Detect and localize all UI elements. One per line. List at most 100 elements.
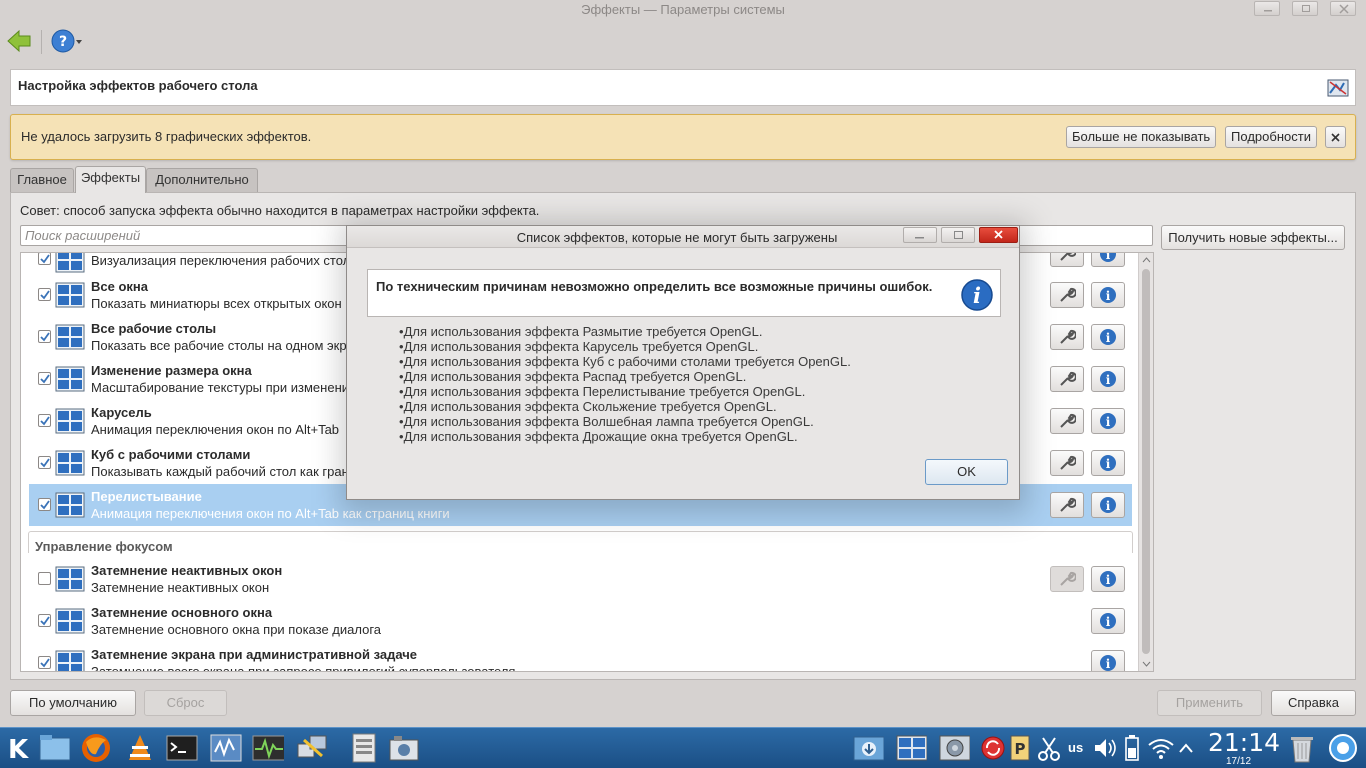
about-button[interactable]: i	[1091, 492, 1125, 518]
scroll-down-icon[interactable]	[1142, 660, 1151, 668]
module-header: Настройка эффектов рабочего стола	[10, 69, 1356, 106]
effect-description: Затемнение всего экрана при запросе прив…	[91, 664, 516, 672]
effect-checkbox[interactable]	[38, 372, 51, 385]
list-item[interactable]: Затемнение экрана при административной з…	[21, 642, 1132, 672]
back-button[interactable]	[6, 28, 32, 54]
window-effect-icon	[55, 253, 85, 273]
configure-button[interactable]	[1050, 408, 1084, 434]
effect-checkbox[interactable]	[38, 656, 51, 669]
effect-checkbox[interactable]	[38, 456, 51, 469]
reset-button[interactable]: Сброс	[144, 690, 227, 716]
clock-time[interactable]: 21:14	[1208, 728, 1280, 757]
category-title: Управление фокусом	[35, 539, 173, 554]
wrench-icon	[1060, 253, 1076, 261]
effect-checkbox[interactable]	[38, 572, 51, 585]
configure-button[interactable]	[1050, 366, 1084, 392]
list-scrollbar[interactable]	[1138, 253, 1153, 671]
system-settings-tray-icon[interactable]	[938, 732, 970, 764]
help-button[interactable]: Справка	[1271, 690, 1356, 716]
trash-icon[interactable]	[1286, 732, 1318, 764]
about-button[interactable]: i	[1091, 608, 1125, 634]
klipper-scissors-icon[interactable]	[1036, 732, 1068, 764]
wrench-icon	[1060, 287, 1076, 302]
details-button[interactable]: Подробности	[1225, 126, 1317, 148]
tray-expand-icon[interactable]	[1176, 732, 1208, 764]
effect-name: Затемнение неактивных окон	[91, 563, 283, 578]
effect-checkbox[interactable]	[38, 330, 51, 343]
configure-button-disabled[interactable]	[1050, 566, 1084, 592]
close-warning-button[interactable]	[1325, 126, 1346, 148]
kde-launcher-icon[interactable]: K	[4, 732, 36, 764]
tab-general[interactable]: Главное	[10, 168, 74, 192]
effect-description: Показать все рабочие столы на одном экра…	[91, 338, 369, 353]
maximize-button[interactable]	[1292, 1, 1318, 16]
window-effect-icon	[55, 650, 85, 671]
wrench-icon	[1060, 413, 1076, 428]
effect-name: Затемнение основного окна	[91, 605, 273, 620]
about-button[interactable]: i	[1091, 282, 1125, 308]
scrollbar-thumb[interactable]	[1142, 269, 1150, 654]
network-config-icon[interactable]	[296, 732, 328, 764]
list-item[interactable]: Затемнение неактивных окон Затемнение не…	[21, 558, 1132, 600]
configure-button[interactable]	[1050, 450, 1084, 476]
list-item[interactable]: Затемнение основного окна Затемнение осн…	[21, 600, 1132, 642]
system-monitor-icon[interactable]	[210, 732, 242, 764]
get-new-effects-button[interactable]: Получить новые эффекты...	[1161, 225, 1345, 250]
archive-icon[interactable]	[348, 732, 380, 764]
effect-checkbox[interactable]	[38, 498, 51, 511]
window-effect-icon	[55, 282, 85, 308]
about-button[interactable]: i	[1091, 566, 1125, 592]
about-button[interactable]: i	[1091, 253, 1125, 267]
dialog-close-button[interactable]	[979, 227, 1018, 243]
effect-name: Куб с рабочими столами	[91, 447, 251, 462]
hint-text: Совет: способ запуска эффекта обычно нах…	[20, 203, 540, 218]
effect-checkbox[interactable]	[38, 288, 51, 301]
tab-advanced[interactable]: Дополнительно	[146, 168, 258, 192]
activity-monitor-icon[interactable]	[252, 732, 284, 764]
screenshot-tool-icon[interactable]	[388, 732, 420, 764]
downloads-tray-icon[interactable]	[852, 732, 884, 764]
terminal-icon[interactable]	[166, 732, 198, 764]
about-button[interactable]: i	[1091, 324, 1125, 350]
about-button[interactable]: i	[1091, 366, 1125, 392]
effect-checkbox[interactable]	[38, 614, 51, 627]
error-item: Для использования эффекта Волшебная ламп…	[399, 414, 851, 429]
effect-checkbox[interactable]	[38, 253, 51, 265]
svg-text:i: i	[1106, 457, 1111, 471]
update-notifier-icon[interactable]	[978, 732, 1010, 764]
help-menu-button[interactable]: ?	[51, 28, 85, 54]
vlc-icon[interactable]	[124, 732, 156, 764]
effect-name: Перелистывание	[91, 489, 202, 504]
dont-show-again-button[interactable]: Больше не показывать	[1066, 126, 1216, 148]
firefox-icon[interactable]	[80, 732, 112, 764]
virtual-desktops-pager-icon[interactable]	[895, 732, 927, 764]
dialog-minimize-button[interactable]	[903, 227, 937, 243]
scroll-up-icon[interactable]	[1142, 256, 1151, 264]
apply-button[interactable]: Применить	[1157, 690, 1262, 716]
configure-button[interactable]	[1050, 324, 1084, 350]
effect-checkbox[interactable]	[38, 414, 51, 427]
tab-effects[interactable]: Эффекты	[75, 166, 146, 193]
error-dialog: Список эффектов, которые не могут быть з…	[346, 225, 1020, 500]
error-item: Для использования эффекта Скольжение тре…	[399, 399, 851, 414]
effect-name: Карусель	[91, 405, 152, 420]
defaults-button[interactable]: По умолчанию	[10, 690, 136, 716]
configure-button[interactable]	[1050, 253, 1084, 267]
wifi-icon[interactable]	[1146, 732, 1178, 764]
file-manager-icon[interactable]	[38, 732, 70, 764]
configure-button[interactable]	[1050, 282, 1084, 308]
about-button[interactable]: i	[1091, 450, 1125, 476]
keyboard-layout-indicator[interactable]: us	[1068, 740, 1083, 755]
configure-button[interactable]	[1050, 492, 1084, 518]
window-effect-icon	[55, 408, 85, 434]
dialog-maximize-button[interactable]	[941, 227, 975, 243]
about-button[interactable]: i	[1091, 408, 1125, 434]
close-window-button[interactable]	[1330, 1, 1356, 16]
minimize-button[interactable]	[1254, 1, 1280, 16]
warning-text: Не удалось загрузить 8 графических эффек…	[21, 129, 312, 144]
ok-button[interactable]: OK	[925, 459, 1008, 485]
desktop-toolbox-icon[interactable]	[1326, 732, 1358, 764]
svg-text:K: K	[8, 735, 29, 764]
effect-name: Все рабочие столы	[91, 321, 217, 336]
about-button[interactable]: i	[1091, 650, 1125, 671]
